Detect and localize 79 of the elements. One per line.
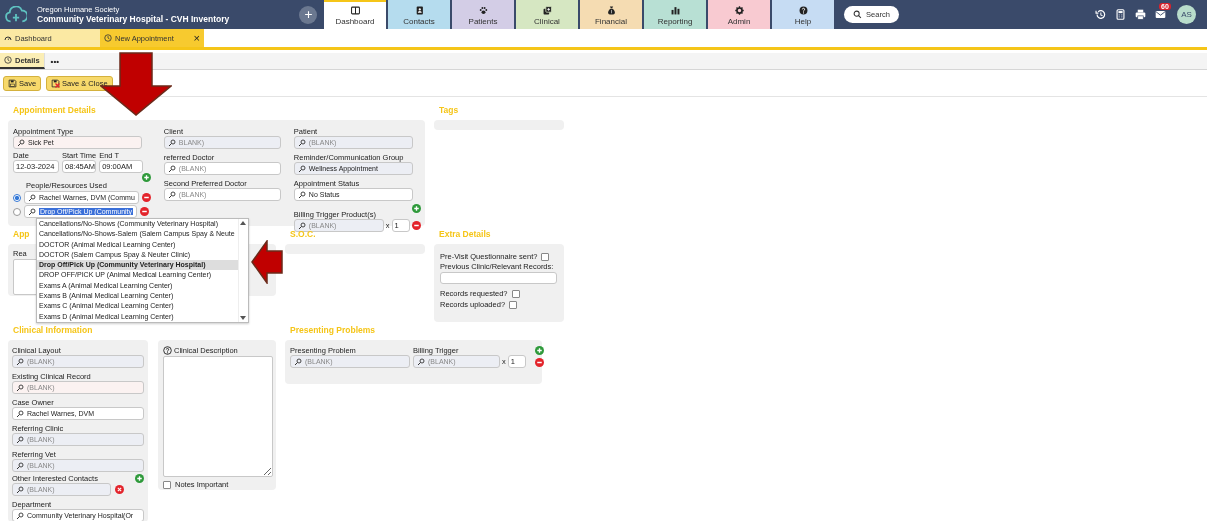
search-icon (167, 164, 176, 173)
paw-icon (478, 5, 488, 15)
checkbox[interactable] (509, 300, 518, 309)
help-icon (798, 5, 808, 15)
gauge-icon (4, 34, 12, 42)
nav-tab[interactable]: Dashboard (324, 0, 386, 29)
search-icon (294, 357, 302, 366)
search-icon (297, 221, 306, 230)
section-heading: Appointment Details (12, 105, 96, 117)
section-heading: Tags (438, 105, 459, 117)
add-icon[interactable] (534, 346, 544, 355)
section-heading: Extra Details (438, 229, 491, 241)
remove-icon[interactable] (140, 207, 150, 216)
search-icon (16, 357, 24, 366)
text-field[interactable] (440, 272, 557, 284)
search-icon (16, 511, 24, 520)
annotation-arrow (251, 240, 283, 284)
add-icon[interactable] (141, 173, 151, 182)
search-icon (16, 461, 24, 470)
nav-tab[interactable]: Help (772, 0, 834, 29)
settings-icon (734, 5, 744, 15)
print-icon[interactable] (1135, 9, 1146, 20)
remove-icon[interactable] (115, 485, 124, 494)
add-icon[interactable] (411, 204, 421, 213)
section-heading: Clinical Information (12, 325, 93, 337)
search-icon (16, 409, 24, 418)
search-icon (16, 435, 24, 444)
clock-icon (4, 56, 12, 64)
section-heading: S.O.C. (289, 229, 316, 241)
remove-icon[interactable] (411, 221, 421, 230)
search-icon (16, 485, 24, 494)
more-menu[interactable]: ••• (50, 56, 59, 66)
bar-chart-icon (670, 5, 680, 15)
mail-icon[interactable] (1155, 9, 1166, 20)
plus-icon (303, 10, 313, 19)
search-icon (297, 138, 306, 147)
search-icon (28, 207, 36, 216)
section-heading: Presenting Problems (289, 325, 376, 337)
calculator-icon[interactable] (1115, 9, 1126, 20)
history-icon[interactable] (1095, 9, 1106, 20)
add-icon[interactable] (135, 474, 144, 483)
documents-icon (542, 5, 552, 15)
checkbox[interactable] (541, 252, 550, 261)
checkbox[interactable] (511, 289, 520, 298)
scroll-up-icon[interactable] (240, 221, 247, 225)
search-icon (167, 190, 176, 199)
search-icon (297, 164, 306, 173)
floppy-icon (8, 79, 17, 88)
nav-tab[interactable]: Reporting (644, 0, 706, 29)
remove-icon[interactable] (534, 358, 544, 367)
nav-tab[interactable]: Contacts (388, 0, 450, 29)
radio-button[interactable] (13, 193, 21, 202)
contact-book-icon (414, 5, 424, 15)
nav-tab[interactable]: Clinical (516, 0, 578, 29)
search-icon (17, 138, 25, 147)
panel-layout-icon (350, 5, 360, 15)
search-icon (16, 383, 24, 392)
search-icon (297, 190, 306, 199)
radio-button[interactable] (13, 207, 21, 216)
help-icon[interactable] (163, 346, 172, 355)
search-icon (167, 138, 176, 147)
search-icon (417, 357, 425, 366)
site-name: Community Veterinary Hospital - CVH Inventory (37, 14, 231, 24)
nav-tab[interactable]: Patients (452, 0, 514, 29)
search-icon (28, 193, 36, 202)
scroll-down-icon[interactable] (240, 315, 247, 320)
section-heading: App (12, 229, 30, 241)
add-button[interactable] (299, 5, 317, 24)
nav-tab[interactable]: Admin (708, 0, 770, 29)
search-icon (853, 10, 863, 19)
clock-icon (104, 34, 112, 42)
user-avatar[interactable]: AS (1177, 5, 1196, 24)
remove-icon[interactable] (141, 193, 151, 202)
cloud-logo-icon (5, 5, 27, 24)
money-bag-icon (606, 5, 616, 15)
floppy-cross-icon (51, 79, 61, 88)
checkbox[interactable] (163, 480, 171, 489)
nav-tab[interactable]: Financial (580, 0, 642, 29)
close-icon[interactable]: × (193, 32, 200, 44)
